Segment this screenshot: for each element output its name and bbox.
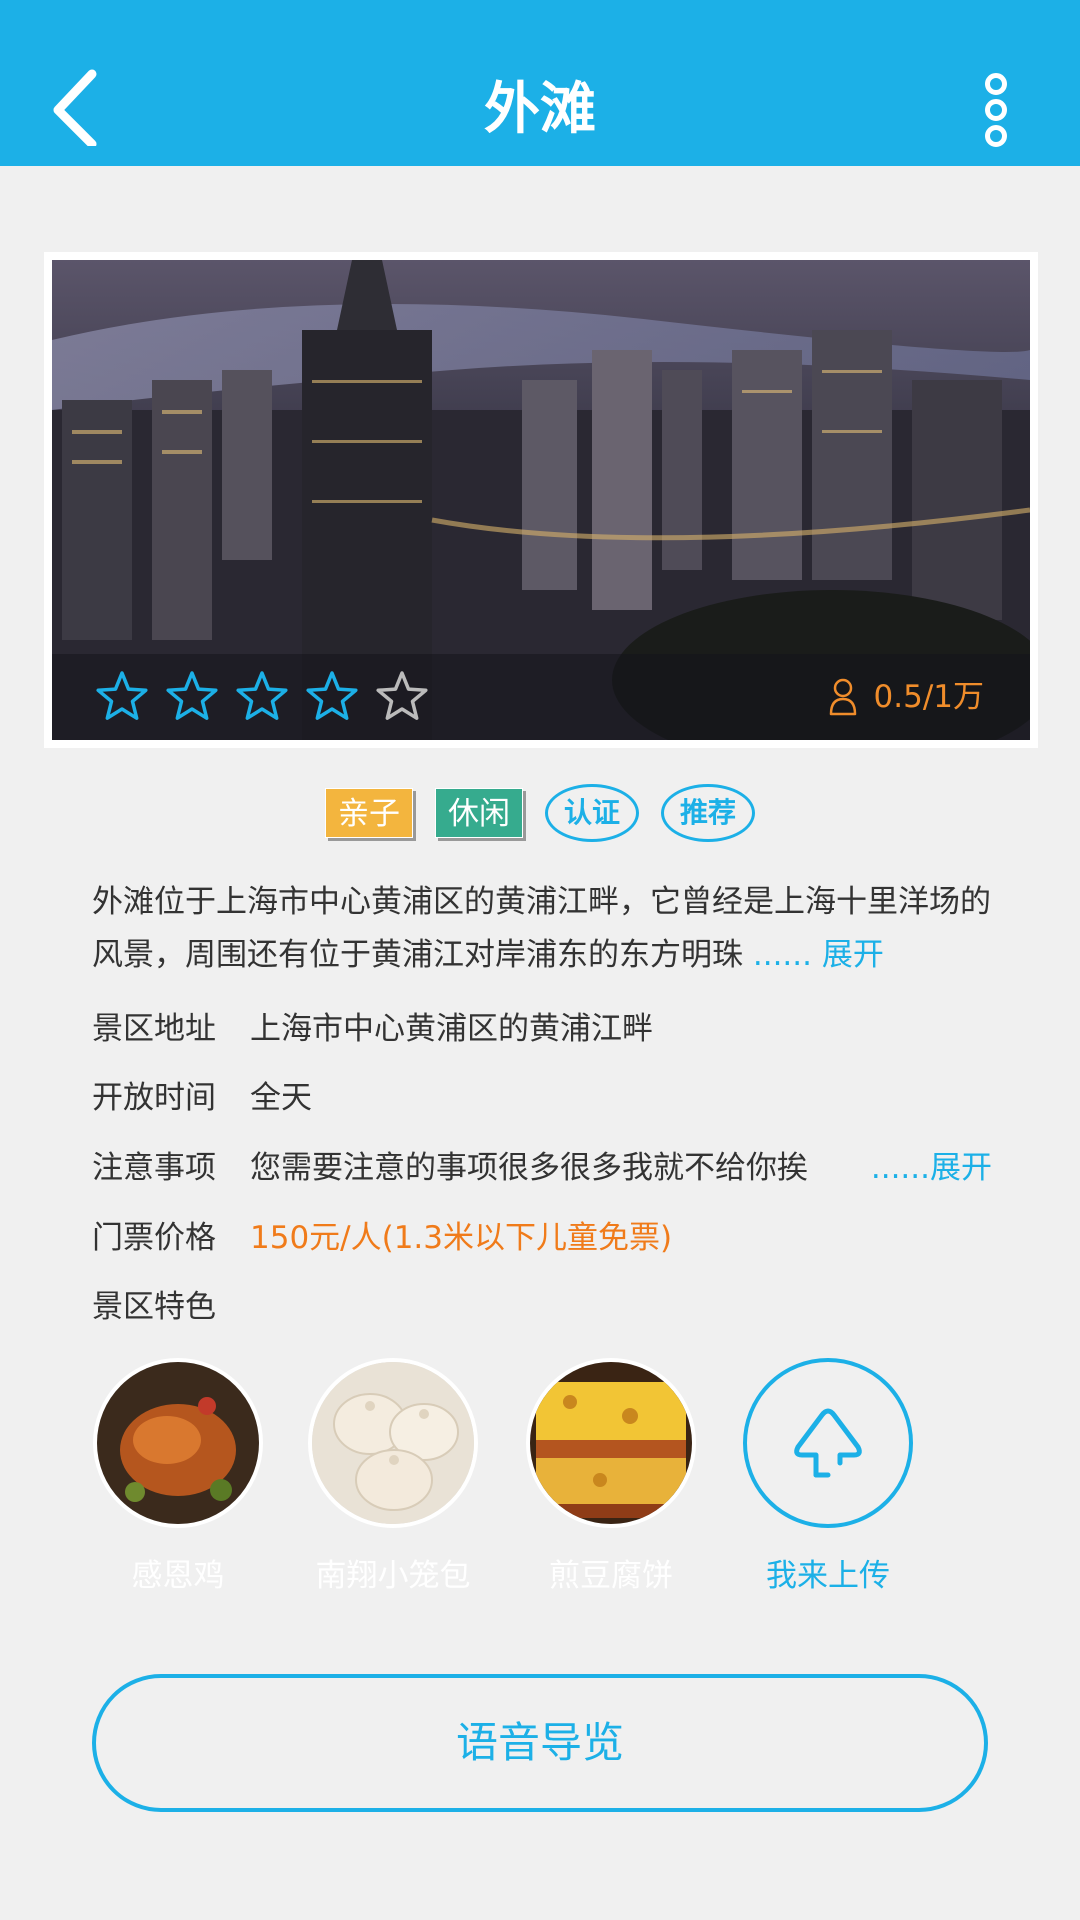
star-filled-icon [166, 671, 218, 720]
voice-guide-button[interactable]: 语音导览 [92, 1674, 988, 1812]
hero-info-bar: 0.5/1万 [52, 654, 1030, 740]
price-value: 150元/人(1.3米以下儿童免票) [250, 1220, 673, 1256]
hero-card[interactable]: 0.5/1万 [44, 252, 1038, 748]
address-row: 景区地址 上海市中心黄浦区的黄浦江畔 [92, 1004, 992, 1054]
features-row: 景区特色 [92, 1282, 992, 1332]
feature-name: 感恩鸡 [131, 1558, 225, 1594]
feature-name: 煎豆腐饼 [549, 1558, 673, 1594]
visits-counter: 0.5/1万 [828, 672, 984, 722]
feature-item-xiaolongbao[interactable]: 南翔小笼包 [305, 1358, 481, 1596]
upload-label: 我来上传 [766, 1558, 890, 1594]
features-label: 景区特色 [92, 1289, 216, 1325]
visits-value: 0.5/1万 [873, 679, 984, 715]
feature-item-tofu-cake[interactable]: 煎豆腐饼 [523, 1358, 699, 1596]
hours-label: 开放时间 [92, 1080, 216, 1116]
star-filled-icon [96, 671, 148, 720]
upload-icon [794, 1408, 862, 1478]
feature-image-chicken [93, 1358, 263, 1528]
top-app-bar: 外滩 [0, 0, 1080, 166]
star-empty-icon [376, 671, 428, 720]
certified-badge: 认证 [545, 784, 639, 842]
notice-expand-link[interactable]: ......展开 [871, 1143, 992, 1193]
page-title: 外滩 [484, 77, 596, 142]
vertical-dots-icon [985, 73, 1007, 147]
feature-image-xiaolongbao [308, 1358, 478, 1528]
description-expand-link[interactable]: ...... 展开 [753, 937, 884, 973]
upload-feature-button[interactable]: 我来上传 [740, 1358, 916, 1596]
feature-image-tofu-cake [526, 1358, 696, 1528]
upload-circle [743, 1358, 913, 1528]
hours-value: 全天 [250, 1080, 312, 1116]
hero-image: 0.5/1万 [52, 260, 1030, 740]
recommended-badge: 推荐 [661, 784, 755, 842]
price-row: 门票价格 150元/人(1.3米以下儿童免票) [92, 1213, 992, 1263]
tag-list: 亲子 休闲 认证 推荐 [0, 784, 1080, 842]
tag-leisure: 休闲 [435, 788, 523, 838]
description: 外滩位于上海市中心黄浦区的黄浦江畔，它曾经是上海十里洋场的风景，周围还有位于黄浦… [92, 876, 992, 982]
feature-item-chicken[interactable]: 感恩鸡 [90, 1358, 266, 1596]
price-label: 门票价格 [92, 1220, 216, 1256]
hours-row: 开放时间 全天 [92, 1073, 992, 1123]
address-label: 景区地址 [92, 1011, 216, 1047]
tag-family: 亲子 [325, 788, 413, 838]
address-value: 上海市中心黄浦区的黄浦江畔 [250, 1011, 653, 1047]
notice-row: 注意事项 您需要注意的事项很多很多我就不给你挨 ......展开 [92, 1143, 992, 1193]
star-filled-icon [306, 671, 358, 720]
feature-list: 感恩鸡 南翔小笼包 煎豆腐饼 我来上传 [90, 1358, 990, 1598]
more-options-button[interactable] [976, 70, 1016, 150]
feature-name: 南翔小笼包 [315, 1558, 471, 1594]
notice-label: 注意事项 [92, 1150, 216, 1186]
person-icon [829, 678, 856, 716]
rating-stars [94, 668, 430, 724]
star-filled-icon [236, 671, 288, 720]
notice-value: 您需要注意的事项很多很多我就不给你挨 [250, 1150, 808, 1186]
